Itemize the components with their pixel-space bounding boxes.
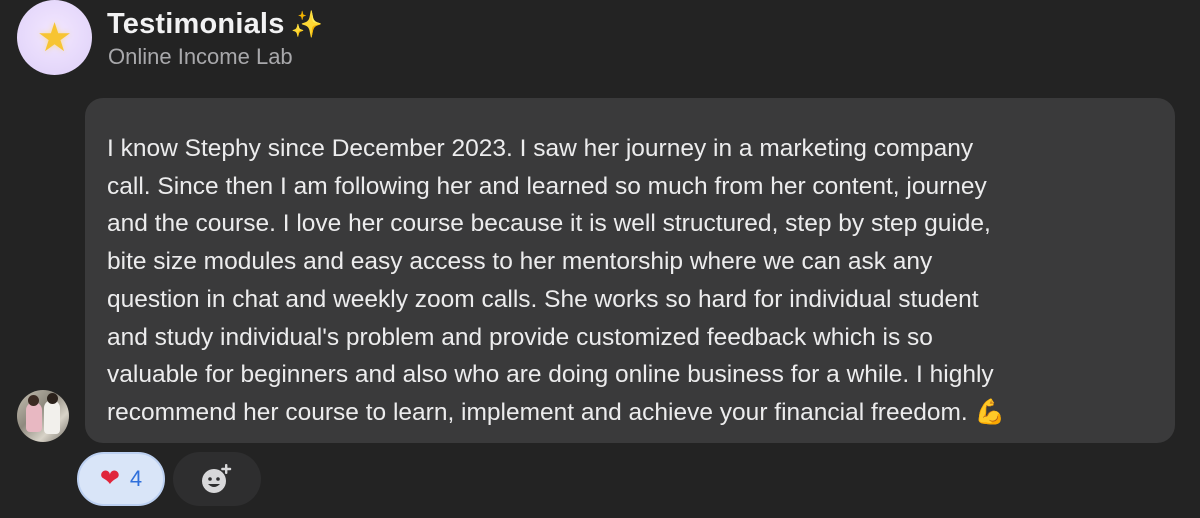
reaction-count: 4 <box>129 466 143 491</box>
avatar-figure <box>28 395 39 406</box>
heart-icon: ❤ <box>99 465 120 492</box>
message-line: valuable for beginners and also who are … <box>107 361 994 389</box>
channel-title[interactable]: Testimonials ✨ <box>107 8 323 41</box>
group-avatar[interactable]: ★ <box>17 0 92 75</box>
add-emoji-icon <box>202 464 232 493</box>
message-line: question in chat and weekly zoom calls. … <box>107 285 979 313</box>
heart-reaction-button[interactable]: ❤ 4 <box>77 452 165 506</box>
message-line-last: recommend her course to learn, implement… <box>107 394 1177 432</box>
message-line: and the course. I love her course becaus… <box>107 210 991 238</box>
sender-avatar[interactable] <box>17 390 69 442</box>
message-line: recommend her course to learn, implement… <box>107 398 968 426</box>
avatar-figure <box>26 402 42 432</box>
message-text: I know Stephy since December 2023. I saw… <box>107 130 1177 432</box>
sparkles-icon: ✨ <box>290 9 324 39</box>
message-line: bite size modules and easy access to her… <box>107 248 933 276</box>
avatar-figure <box>47 393 58 404</box>
star-icon: ★ <box>36 15 73 60</box>
add-reaction-button[interactable] <box>173 452 261 506</box>
message-line: call. Since then I am following her and … <box>107 172 987 200</box>
channel-subtitle: Online Income Lab <box>108 44 293 69</box>
channel-title-text: Testimonials <box>107 8 285 40</box>
message-line: I know Stephy since December 2023. I saw… <box>107 135 974 162</box>
flexed-biceps-icon: 💪 <box>974 398 1005 426</box>
chat-view: ★ Testimonials ✨ Online Income Lab I know… <box>0 0 1200 518</box>
message-line: and study individual's problem and provi… <box>107 323 933 351</box>
avatar-figure <box>44 400 60 434</box>
